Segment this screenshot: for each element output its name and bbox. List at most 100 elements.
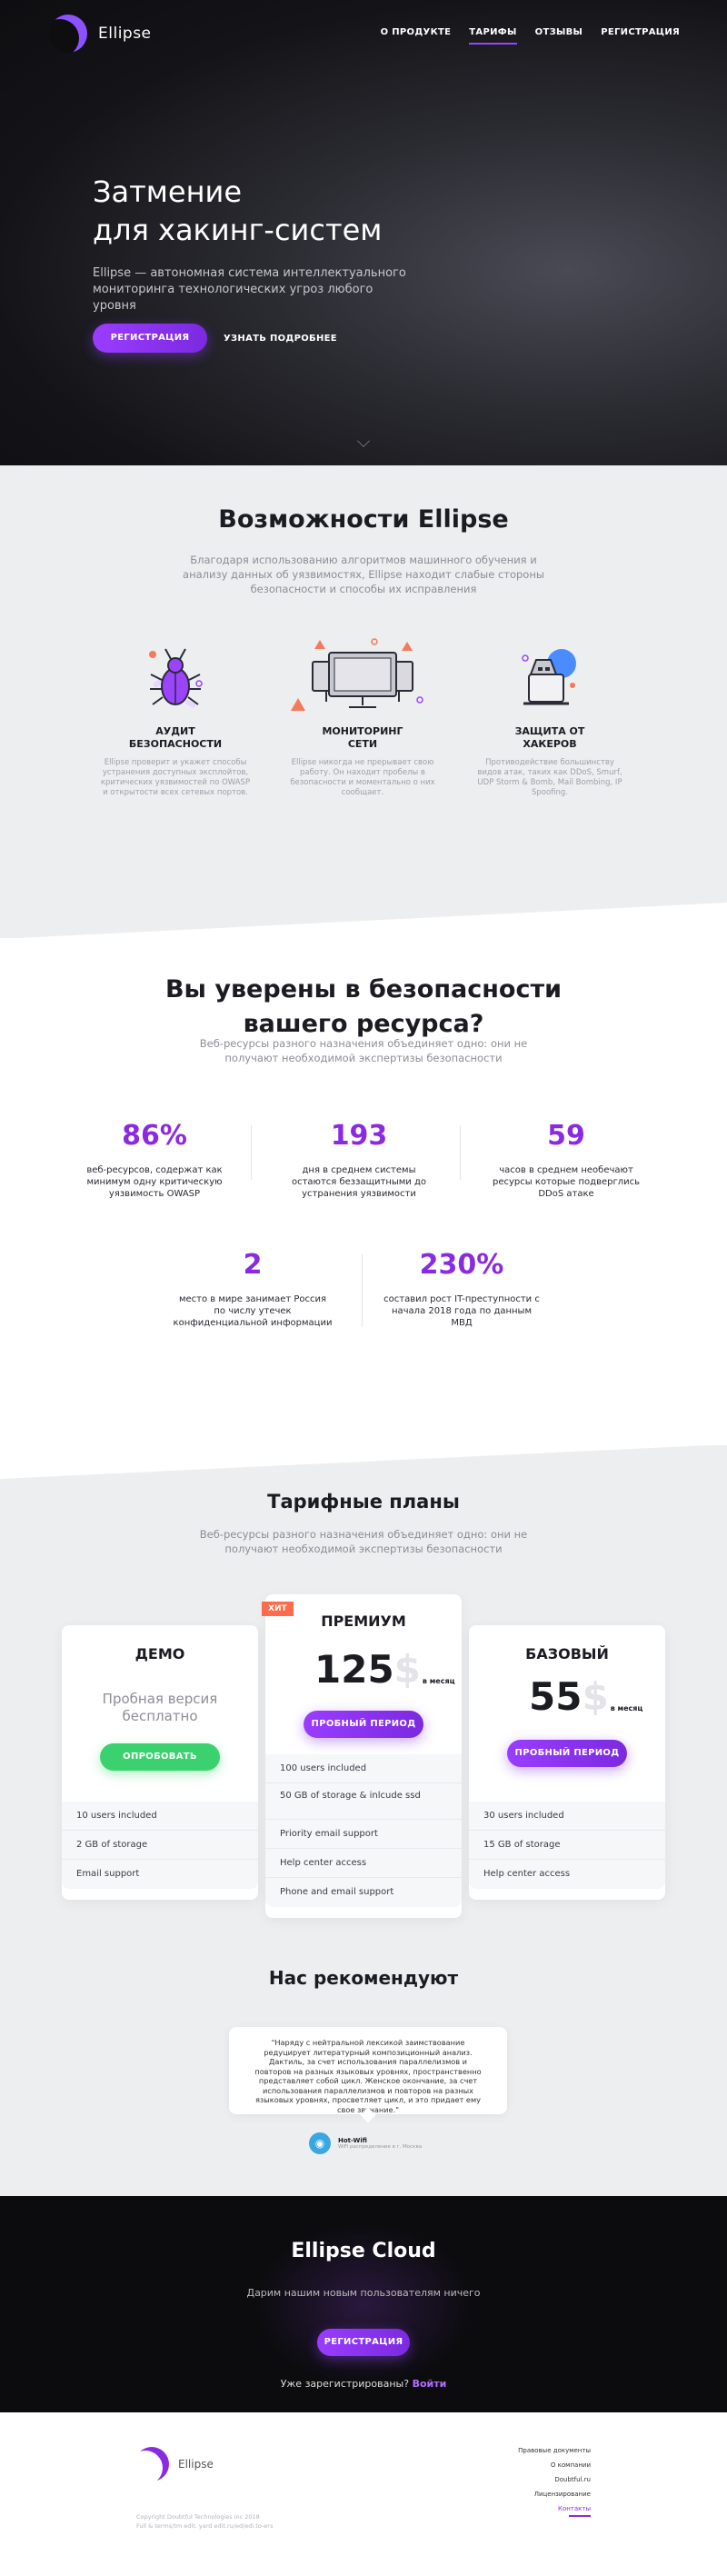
feature-audit-title1: АУДИТ: [155, 725, 195, 737]
feature-hackers-title1: ЗАЩИТА ОТ: [514, 725, 585, 737]
stat-russia-label: место в мире занимает Россия по числу ут…: [173, 1294, 333, 1328]
stat-owasp-number: 86%: [122, 1120, 187, 1152]
plan-feature: Help center access: [265, 1849, 462, 1878]
features-title: Возможности Ellipse: [218, 505, 509, 534]
testimonial-quote: "Наряду с нейтральной лексикой заимствов…: [229, 2027, 507, 2114]
hacker-laptop-icon: [473, 634, 627, 722]
cta-subtitle: Дарим нашим новым пользователям ничего: [246, 2287, 481, 2299]
features-section: Возможности Ellipse Благодаря использова…: [0, 465, 727, 939]
trial-period-button[interactable]: ПРОБНЫЙ ПЕРИОД: [507, 1740, 627, 1767]
plan-feature: 100 users included: [265, 1754, 462, 1783]
plan-card-basic: БАЗОВЫЙ 55 $ в месяц ПРОБНЫЙ ПЕРИОД 30 u…: [469, 1625, 665, 1900]
stat-hours-number: 59: [547, 1120, 585, 1152]
try-button[interactable]: ОПРОБОВАТЬ: [100, 1743, 220, 1771]
menu-item-product[interactable]: О ПРОДУКТЕ: [381, 27, 452, 37]
hero-title: Затмение для хакинг-систем: [93, 173, 382, 249]
login-link[interactable]: Войти: [413, 2378, 447, 2390]
stat-growth-number: 230%: [419, 1249, 504, 1281]
plan-price: 125 $ в месяц: [314, 1651, 455, 1689]
divider: [251, 1125, 252, 1180]
hero-section: Ellipse О ПРОДУКТЕ ТАРИФЫ ОТЗЫВЫ РЕГИСТР…: [0, 0, 727, 465]
main-menu: О ПРОДУКТЕ ТАРИФЫ ОТЗЫВЫ РЕГИСТРАЦИЯ: [381, 27, 680, 45]
copyright: Copyright Doubtful Technologies inc 2018…: [136, 2512, 273, 2531]
section-divider: [0, 903, 727, 939]
plan-feature: 30 users included: [469, 1802, 665, 1831]
plan-name: ДЕМО: [134, 1645, 185, 1662]
chevron-down-icon[interactable]: [357, 434, 370, 447]
price-currency: $: [582, 1674, 609, 1719]
monitors-icon: [285, 634, 440, 722]
feature-audit: АУДИТ БЕЗОПАСНОСТИ Ellipse проверит и ук…: [98, 634, 253, 798]
plan-feature: Phone and email support: [280, 1887, 394, 1897]
logo-text: Ellipse: [98, 25, 152, 43]
wifi-icon: ◉: [309, 2132, 331, 2154]
footer-logo[interactable]: Ellipse: [134, 2447, 214, 2481]
learn-more-link[interactable]: УЗНАТЬ ПОДРОБНЕЕ: [224, 334, 337, 344]
footer-links: Правовые документы О компании Doubtful.r…: [518, 2443, 591, 2517]
stat-days-number: 193: [330, 1120, 388, 1152]
stat-owasp-label: веб-ресурсов, содержат как минимум одну …: [86, 1165, 223, 1199]
footer-link-legal[interactable]: Правовые документы: [518, 2443, 591, 2458]
stats-title-line1: Вы уверены в безопасности: [164, 975, 563, 1003]
footer-link-site[interactable]: Doubtful.ru: [518, 2472, 591, 2487]
plan-card-demo: ДЕМО Пробная версия бесплатно ОПРОБОВАТЬ…: [62, 1625, 258, 1900]
menu-item-reviews[interactable]: ОТЗЫВЫ: [535, 27, 583, 37]
copyright-line2: Full & terms/tm edit. yard edit.ru/ed/ed…: [136, 2522, 274, 2530]
plan-feature: 50 GB of storage & inlcude ssd: [265, 1783, 462, 1820]
footer-link-licensing[interactable]: Лицензирование: [518, 2487, 591, 2501]
stat-russia-number: 2: [243, 1249, 263, 1281]
ellipse-logo-icon: [49, 15, 87, 53]
plan-name: БАЗОВЫЙ: [525, 1645, 609, 1662]
stat-days: 193 дня в среднем системы остаются безза…: [284, 1120, 434, 1200]
footer-link-contacts[interactable]: Контакты: [518, 2501, 591, 2517]
ellipse-logo-icon: [134, 2447, 169, 2481]
top-nav: Ellipse О ПРОДУКТЕ ТАРИФЫ ОТЗЫВЫ РЕГИСТР…: [0, 0, 727, 65]
cta-register-button[interactable]: РЕГИСТРАЦИЯ: [317, 2329, 410, 2356]
hero-title-line2: для хакинг-систем: [93, 213, 383, 247]
menu-item-register[interactable]: РЕГИСТРАЦИЯ: [601, 27, 680, 37]
bug-icon: [98, 634, 253, 722]
hero-register-button[interactable]: РЕГИСТРАЦИЯ: [93, 324, 207, 353]
cta-section: Ellipse Cloud Дарим нашим новым пользова…: [0, 2196, 727, 2412]
footer-link-about[interactable]: О компании: [518, 2458, 591, 2472]
hero-lead: Ellipse — автономная система интеллектуа…: [93, 266, 406, 313]
stat-days-label: дня в среднем системы остаются беззащитн…: [291, 1165, 427, 1199]
footer-logo-text: Ellipse: [178, 2458, 214, 2471]
section-divider: [0, 1444, 727, 1479]
stats-title-line2: вашего ресурса?: [243, 1010, 484, 1038]
divider: [362, 1254, 363, 1327]
menu-item-pricing[interactable]: ТАРИФЫ: [469, 27, 517, 45]
stat-hours: 59 часов в среднем необечают ресурсы кот…: [491, 1120, 642, 1200]
stat-owasp: 86% веб-ресурсов, содержат как минимум о…: [82, 1120, 227, 1200]
plan-feature: 15 GB of storage: [469, 1831, 665, 1860]
stat-russia: 2 место в мире занимает Россия по числу …: [173, 1249, 333, 1329]
cta-title: Ellipse Cloud: [291, 2240, 436, 2262]
plan-feature: Help center access: [483, 1869, 571, 1879]
login-prompt-text: Уже зарегистрированы?: [280, 2378, 410, 2390]
login-prompt: Уже зарегистрированы? Войти: [0, 2378, 727, 2390]
plan-features: 10 users included 2 GB of storage Email …: [62, 1802, 258, 1889]
recommend-title: Нас рекомендуют: [268, 1967, 459, 1989]
trial-period-button[interactable]: ПРОБНЫЙ ПЕРИОД: [304, 1711, 423, 1738]
price-amount: 125: [314, 1647, 394, 1692]
author-subtitle: WiFi распределение в г. Москва: [338, 2144, 423, 2150]
hero-title-line1: Затмение: [93, 175, 242, 209]
plan-name: ПРЕМИУМ: [321, 1612, 406, 1630]
feature-monitoring: МОНИТОРИНГ СЕТИ Ellipse никогда не преры…: [285, 634, 440, 798]
plan-card-premium: ХИТ ПРЕМИУМ 125 $ в месяц ПРОБНЫЙ ПЕРИОД…: [262, 1594, 462, 1918]
plan-feature: 2 GB of storage: [62, 1831, 258, 1860]
stats-subtitle: Веб-ресурсы разного назначения объединяе…: [199, 1037, 528, 1064]
price-currency: $: [393, 1647, 421, 1692]
logo[interactable]: Ellipse: [49, 15, 152, 53]
testimonial-author: ◉ Hot-Wifi WiFi распределение в г. Москв…: [309, 2132, 422, 2154]
price-period: в месяц: [610, 1704, 643, 1712]
feature-hackers-text: Противодействие большинству видов атак, …: [477, 758, 622, 797]
pricing-title: Тарифные планы: [267, 1491, 460, 1513]
hit-badge: ХИТ: [262, 1602, 294, 1616]
plan-price: 55 $ в месяц: [529, 1678, 642, 1716]
feature-audit-text: Ellipse проверит и укажет способы устран…: [100, 758, 251, 797]
price-period: в месяц: [422, 1677, 455, 1685]
stat-growth: 230% составил рост IT-преступности с нач…: [380, 1249, 543, 1329]
divider: [460, 1125, 461, 1180]
plan-feature: Email support: [76, 1869, 140, 1879]
